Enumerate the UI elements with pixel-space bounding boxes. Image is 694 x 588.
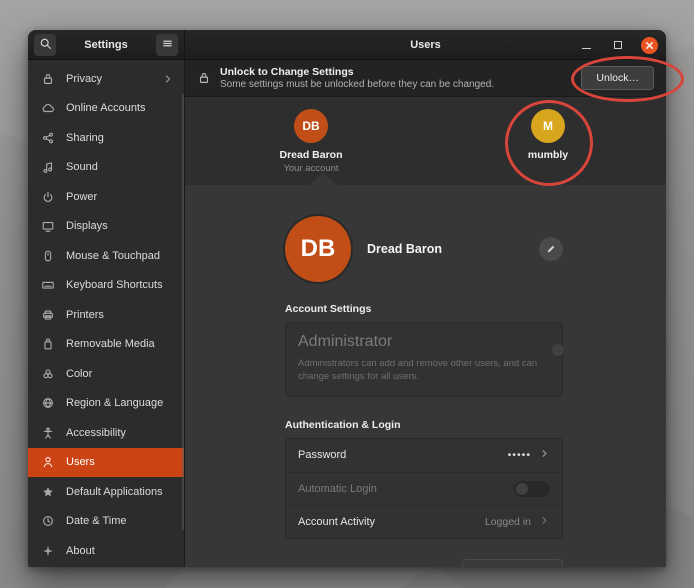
unlock-subtitle: Some settings must be unlocked before th… xyxy=(220,79,494,90)
chevron-right-icon xyxy=(539,513,550,531)
lock-icon xyxy=(197,71,211,85)
clock-icon xyxy=(41,514,55,528)
automatic-login-toggle[interactable] xyxy=(514,481,550,497)
lock-icon xyxy=(41,72,55,86)
sidebar-item-power[interactable]: Power xyxy=(28,182,184,212)
hamburger-icon xyxy=(161,37,174,53)
sidebar-item-region-language[interactable]: Region & Language xyxy=(28,389,184,419)
account-activity-label: Account Activity xyxy=(298,516,375,528)
users-icon xyxy=(41,455,55,469)
globe-icon xyxy=(41,396,55,410)
sidebar-item-privacy[interactable]: Privacy xyxy=(28,64,184,94)
sidebar-item-users[interactable]: Users xyxy=(28,448,184,478)
selected-user-caret xyxy=(309,173,337,185)
authentication-login-card: Password ••••• Automatic Login Accou xyxy=(285,438,563,539)
detail-user-name: Dread Baron xyxy=(367,242,442,256)
maximize-button[interactable] xyxy=(609,36,627,54)
unlock-infobar: Unlock to Change Settings Some settings … xyxy=(185,60,666,97)
account-activity-row[interactable]: Account Activity Logged in xyxy=(286,505,562,538)
sidebar-item-date-time[interactable]: Date & Time xyxy=(28,507,184,537)
sidebar-item-keyboard-shortcuts[interactable]: Keyboard Shortcuts xyxy=(28,271,184,301)
authentication-login-heading: Authentication & Login xyxy=(285,419,563,431)
maximize-icon xyxy=(614,41,622,49)
printer-icon xyxy=(41,308,55,322)
sidebar-item-accessibility[interactable]: Accessibility xyxy=(28,418,184,448)
search-icon xyxy=(39,37,52,53)
carousel-user-dread-baron[interactable]: DB Dread Baron Your account xyxy=(269,109,353,174)
color-icon xyxy=(41,367,55,381)
user-detail: DB Dread Baron Account Settings Administ… xyxy=(185,185,666,567)
carousel-user-name: mumbly xyxy=(528,149,568,161)
carousel-user-name: Dread Baron xyxy=(279,149,342,161)
pencil-icon xyxy=(545,243,557,255)
sidebar-item-online-accounts[interactable]: Online Accounts xyxy=(28,94,184,124)
sidebar-headerbar: Settings xyxy=(28,30,185,60)
sidebar-item-printers[interactable]: Printers xyxy=(28,300,184,330)
administrator-label: Administrator xyxy=(298,333,392,351)
minimize-button[interactable] xyxy=(577,36,595,54)
account-settings-heading: Account Settings xyxy=(285,303,563,315)
close-button[interactable] xyxy=(641,37,658,54)
app-title: Settings xyxy=(84,39,127,51)
settings-window: Settings Users Privacy Online Accounts S… xyxy=(28,30,666,567)
detail-avatar-row: DB Dread Baron xyxy=(285,215,563,283)
password-value: ••••• xyxy=(508,449,531,461)
mouse-icon xyxy=(41,249,55,263)
sidebar-item-removable-media[interactable]: Removable Media xyxy=(28,330,184,360)
sparkle-icon xyxy=(41,544,55,558)
sidebar-item-color[interactable]: Color xyxy=(28,359,184,389)
panel-title: Users xyxy=(410,39,441,51)
sidebar-item-default-applications[interactable]: Default Applications xyxy=(28,477,184,507)
menu-button[interactable] xyxy=(156,34,178,56)
settings-sidebar: Privacy Online Accounts Sharing Sound Po… xyxy=(28,60,185,567)
cloud-icon xyxy=(41,101,55,115)
window-controls xyxy=(577,30,658,60)
avatar: DB xyxy=(294,109,328,143)
search-button[interactable] xyxy=(34,34,56,56)
user-carousel: DB Dread Baron Your account M mumbly xyxy=(185,97,666,185)
panel-headerbar: Users xyxy=(185,30,666,60)
chevron-right-icon xyxy=(162,73,174,85)
chevron-right-icon xyxy=(539,446,550,464)
automatic-login-row: Automatic Login xyxy=(286,472,562,505)
accessibility-icon xyxy=(41,426,55,440)
close-icon xyxy=(645,41,654,50)
keyboard-icon xyxy=(41,278,55,292)
users-panel: Unlock to Change Settings Some settings … xyxy=(185,60,666,567)
display-icon xyxy=(41,219,55,233)
music-note-icon xyxy=(41,160,55,174)
star-icon xyxy=(41,485,55,499)
password-label: Password xyxy=(298,449,346,461)
minimize-icon xyxy=(582,48,591,49)
administrator-description: Administrators can add and remove other … xyxy=(298,358,548,384)
unlock-button[interactable]: Unlock… xyxy=(581,66,654,90)
avatar: M xyxy=(531,109,565,143)
automatic-login-label: Automatic Login xyxy=(298,483,377,495)
password-row[interactable]: Password ••••• xyxy=(286,439,562,472)
power-icon xyxy=(41,190,55,204)
share-icon xyxy=(41,131,55,145)
sidebar-item-mouse-touchpad[interactable]: Mouse & Touchpad xyxy=(28,241,184,271)
account-activity-value: Logged in xyxy=(485,516,531,528)
sidebar-item-sharing[interactable]: Sharing xyxy=(28,123,184,153)
carousel-user-mumbly[interactable]: M mumbly xyxy=(506,109,590,161)
sidebar-item-sound[interactable]: Sound xyxy=(28,153,184,183)
unlock-title: Unlock to Change Settings xyxy=(220,66,494,78)
avatar[interactable]: DB xyxy=(285,216,351,282)
sidebar-item-about[interactable]: About xyxy=(28,536,184,566)
rename-button[interactable] xyxy=(539,237,563,261)
remove-user-button[interactable]: Remove User… xyxy=(462,559,563,567)
removable-media-icon xyxy=(41,337,55,351)
account-settings-card: Administrator Administrators can add and… xyxy=(285,322,563,397)
sidebar-item-displays[interactable]: Displays xyxy=(28,212,184,242)
sidebar-scrollbar[interactable] xyxy=(182,94,184,530)
